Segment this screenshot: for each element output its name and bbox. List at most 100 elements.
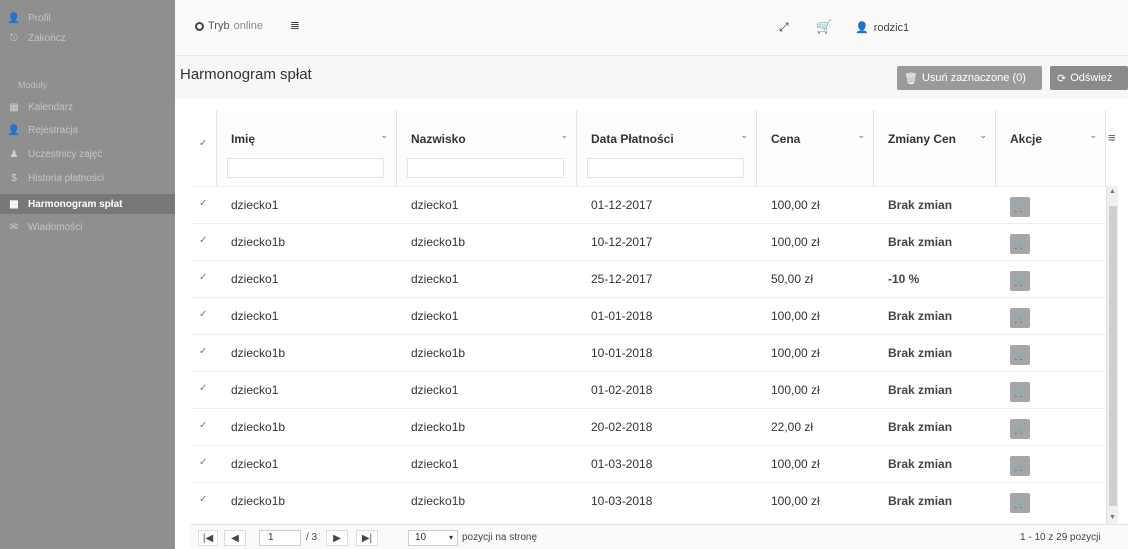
user-menu[interactable]: 👤 rodzic1 xyxy=(855,21,909,35)
vertical-scrollbar[interactable]: ▲ ▼ xyxy=(1106,186,1118,526)
payment-schedule-grid: ✓ Imię ⌄ Nazwisko ⌄ Data Płatności ⌄ Cen… xyxy=(190,110,1128,549)
table-row[interactable]: ✓ dziecko1 dziecko1 01-02-2018 100,00 zł Brak… xyxy=(190,371,1108,407)
sidebar-item-label: Zakończ xyxy=(28,32,66,44)
cart-icon[interactable]: 🛒 xyxy=(1010,456,1030,476)
page-size-select[interactable]: 10 ▾ xyxy=(408,530,458,546)
cart-icon[interactable]: 🛒 xyxy=(1010,419,1030,439)
delete-selected-label: Usuń zaznaczone (0) xyxy=(921,72,1026,84)
row-checkbox[interactable]: ✓ xyxy=(199,494,207,505)
cell-data: 01-12-2017 xyxy=(591,198,653,212)
column-header-data[interactable]: Data Płatności ⌄ xyxy=(577,110,757,186)
dollar-icon: $ xyxy=(11,172,17,184)
refresh-button[interactable]: ⟳ Odśwież xyxy=(1050,66,1128,90)
column-header-akcje[interactable]: Akcje ⌄ xyxy=(996,110,1106,186)
chevron-down-icon[interactable]: ⌄ xyxy=(740,130,748,141)
chevron-down-icon[interactable]: ⌄ xyxy=(857,130,865,141)
scroll-up-icon[interactable]: ▲ xyxy=(1109,188,1116,195)
cell-zmiany: Brak zmian xyxy=(888,383,953,397)
cell-nazwisko: dziecko1 xyxy=(411,198,459,212)
fullscreen-icon[interactable]: ⤢ xyxy=(779,20,789,35)
cart-icon[interactable]: 🛒 xyxy=(1010,197,1030,217)
sidebar-item-label: Rejestracja xyxy=(28,124,79,136)
status-label: Tryb xyxy=(208,20,230,32)
scroll-down-icon[interactable]: ▼ xyxy=(1109,514,1116,521)
sidebar-item-calendar[interactable]: ▦ Kalendarz xyxy=(0,97,175,117)
cart-icon[interactable]: 🛒 xyxy=(1010,493,1030,513)
cell-nazwisko: dziecko1 xyxy=(411,457,459,471)
column-label: Data Płatności xyxy=(591,132,674,146)
row-checkbox[interactable]: ✓ xyxy=(199,272,207,283)
cell-data: 01-01-2018 xyxy=(591,309,653,323)
row-checkbox[interactable]: ✓ xyxy=(199,420,207,431)
row-checkbox[interactable]: ✓ xyxy=(199,383,207,394)
cart-icon[interactable]: 🛒 xyxy=(1010,271,1030,291)
column-header-nazwisko[interactable]: Nazwisko ⌄ xyxy=(397,110,577,186)
row-checkbox[interactable]: ✓ xyxy=(199,235,207,246)
last-page-button[interactable]: ▶| xyxy=(356,530,378,546)
chevron-down-icon[interactable]: ⌄ xyxy=(979,130,987,141)
status-value: online xyxy=(233,20,263,32)
row-checkbox[interactable]: ✓ xyxy=(199,309,207,320)
chevron-down-icon[interactable]: ⌄ xyxy=(380,130,388,141)
column-header-imie[interactable]: Imię ⌄ xyxy=(217,110,397,186)
topbar: Tryb online ≣ ⤢ 🛒 👤 rodzic1 xyxy=(175,0,1128,55)
cell-zmiany: Brak zmian xyxy=(888,235,953,249)
cell-imie: dziecko1b xyxy=(231,346,286,360)
sidebar-item-payment-schedule[interactable]: ▦ Harmonogram spłat xyxy=(0,194,175,214)
calendar-icon: ▦ xyxy=(9,101,19,113)
sidebar-item-registration[interactable]: 👤 Rejestracja xyxy=(0,120,175,140)
sidebar-item-participants[interactable]: ♟ Uczestnicy zajęć xyxy=(0,144,175,164)
chevron-down-icon[interactable]: ⌄ xyxy=(560,130,568,141)
first-page-button[interactable]: |◀ xyxy=(198,530,218,546)
user-icon: 👤 xyxy=(7,12,21,24)
table-row[interactable]: ✓ dziecko1b dziecko1b 20-02-2018 22,00 zł Bra… xyxy=(190,408,1108,444)
table-row[interactable]: ✓ dziecko1 dziecko1 25-12-2017 50,00 zł -10 %… xyxy=(190,260,1108,296)
cell-data: 01-03-2018 xyxy=(591,457,653,471)
row-checkbox[interactable]: ✓ xyxy=(199,346,207,357)
cart-icon[interactable]: 🛒 xyxy=(1010,345,1030,365)
sidebar-item-label: Harmonogram spłat xyxy=(28,198,123,210)
cart-icon[interactable]: 🛒 xyxy=(1010,308,1030,328)
row-checkbox[interactable]: ✓ xyxy=(199,457,207,468)
user-icon: 👤 xyxy=(7,124,21,136)
cart-icon[interactable]: 🛒 xyxy=(1010,234,1030,254)
next-page-button[interactable]: ▶ xyxy=(326,530,348,546)
table-row[interactable]: ✓ dziecko1 dziecko1 01-12-2017 100,00 zł Brak… xyxy=(190,186,1108,222)
cart-icon[interactable]: 🛒 xyxy=(1010,382,1030,402)
column-menu-icon[interactable]: ≡ xyxy=(1108,130,1116,145)
sidebar-item-profile[interactable]: 👤 Profil xyxy=(0,8,175,28)
cell-zmiany: Brak zmian xyxy=(888,309,953,323)
cart-icon[interactable]: 🛒 xyxy=(816,19,832,35)
page-input[interactable]: 1 xyxy=(259,530,301,546)
cell-data: 20-02-2018 xyxy=(591,420,653,434)
per-page-label: pozycji na stronę xyxy=(462,532,538,543)
table-row[interactable]: ✓ dziecko1 dziecko1 01-03-2018 100,00 zł Brak… xyxy=(190,445,1108,481)
row-checkbox[interactable]: ✓ xyxy=(199,198,207,209)
column-label: Imię xyxy=(231,132,256,146)
sidebar-item-logout[interactable]: ⎋ Zakończ xyxy=(0,28,175,48)
table-row[interactable]: ✓ dziecko1b dziecko1b 10-01-2018 100,00 zł Br… xyxy=(190,334,1108,370)
scrollbar-thumb[interactable] xyxy=(1109,206,1117,506)
cell-cena: 22,00 zł xyxy=(771,420,814,434)
table-row[interactable]: ✓ dziecko1 dziecko1 01-01-2018 100,00 zł Brak… xyxy=(190,297,1108,333)
prev-page-button[interactable]: ◀ xyxy=(224,530,246,546)
menu-toggle-icon[interactable]: ≣ xyxy=(290,18,300,32)
select-all-checkbox[interactable]: ✓ xyxy=(190,110,217,186)
chevron-down-icon[interactable]: ⌄ xyxy=(1089,130,1097,141)
table-row[interactable]: ✓ dziecko1b dziecko1b 10-12-2017 100,00 zł Br… xyxy=(190,223,1108,259)
delete-selected-button[interactable]: 🗑 Usuń zaznaczone (0) xyxy=(897,66,1042,90)
sidebar-item-payment-history[interactable]: $ Historia płatności xyxy=(0,168,175,188)
column-header-cena[interactable]: Cena ⌄ xyxy=(757,110,874,186)
sidebar-item-messages[interactable]: ✉ Wiadomości xyxy=(0,217,175,237)
user-icon: 👤 xyxy=(855,22,869,34)
filter-input-nazwisko[interactable] xyxy=(407,158,564,178)
chevron-down-icon: ▾ xyxy=(448,533,453,542)
online-status[interactable]: Tryb online xyxy=(195,20,263,32)
table-row[interactable]: ✓ dziecko1b dziecko1b 10-03-2018 100,00 zł Br… xyxy=(190,482,1108,518)
filter-input-imie[interactable] xyxy=(227,158,384,178)
filter-input-data[interactable] xyxy=(587,158,744,178)
column-header-zmiany[interactable]: Zmiany Cen ⌄ xyxy=(874,110,996,186)
sidebar-item-label: Kalendarz xyxy=(28,101,74,113)
sidebar-section-title: Moduły xyxy=(18,80,48,90)
sidebar-item-label: Profil xyxy=(28,12,51,24)
